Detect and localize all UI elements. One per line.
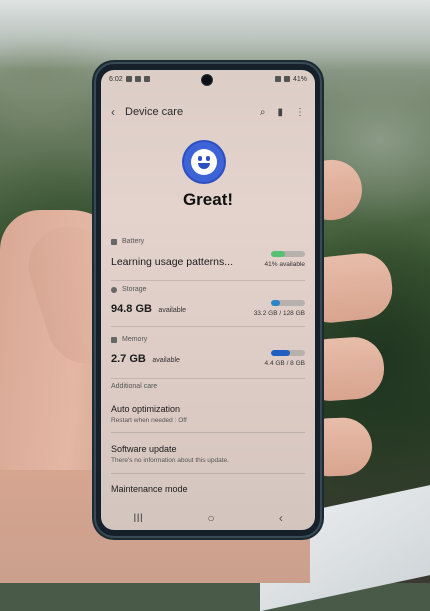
memory-label: Memory xyxy=(122,336,148,343)
auto-optimization-title: Auto optimization xyxy=(111,404,181,414)
software-update-subtitle: There's no information about this update… xyxy=(111,457,229,464)
battery-label: Battery xyxy=(122,238,145,245)
battery-status: Learning usage patterns... xyxy=(111,256,234,268)
signal-bars-icon[interactable]: ▮ xyxy=(277,107,283,118)
maintenance-mode-item[interactable]: Maintenance mode xyxy=(111,484,305,494)
maintenance-mode-title: Maintenance mode xyxy=(111,484,188,494)
status-bar: 6:02 41% xyxy=(101,70,315,88)
battery-meter: 41% available xyxy=(265,251,305,268)
search-icon[interactable]: ⌕ xyxy=(260,107,266,118)
back-nav-icon[interactable]: ‹ xyxy=(279,511,283,525)
smiley-mouth xyxy=(198,163,210,169)
storage-usage: 33.2 GB / 128 GB xyxy=(253,310,305,317)
divider xyxy=(111,473,305,474)
smiley-eye-right xyxy=(206,156,210,161)
storage-progress-fill xyxy=(271,300,280,306)
memory-amount: 2.7 GB xyxy=(111,353,146,365)
home-icon[interactable]: ○ xyxy=(207,511,214,525)
additional-care-label: Additional care xyxy=(111,383,158,390)
storage-label: Storage xyxy=(122,286,147,293)
status-right: 41% xyxy=(274,75,307,83)
status-left: 6:02 xyxy=(109,76,150,83)
battery-label-row: Battery xyxy=(111,238,305,245)
notification-icon xyxy=(143,76,150,82)
smiley-face-inner xyxy=(191,149,217,175)
memory-meter: 4.4 GB / 8 GB xyxy=(265,350,305,367)
app-bar: ‹ Device care ⌕ ▮ ⋮ xyxy=(101,100,315,124)
storage-amount-group: 94.8 GB available xyxy=(111,299,186,317)
storage-value-row: 94.8 GB available 33.2 GB / 128 GB xyxy=(111,299,305,317)
battery-card[interactable]: Battery Learning usage patterns... 41% a… xyxy=(111,238,305,281)
storage-available-suffix: available xyxy=(158,307,187,314)
memory-progress-fill xyxy=(271,350,290,356)
notification-icon xyxy=(125,76,132,82)
memory-amount-group: 2.7 GB available xyxy=(111,349,180,367)
storage-label-row: Storage xyxy=(111,286,305,293)
storage-meter: 33.2 GB / 128 GB xyxy=(254,300,305,317)
software-update-title: Software update xyxy=(111,444,177,454)
battery-percent: 41% xyxy=(292,75,307,83)
storage-card[interactable]: Storage 94.8 GB available 33.2 GB / 128 … xyxy=(111,286,305,327)
memory-label-row: Memory xyxy=(111,336,305,343)
storage-progress xyxy=(271,300,305,306)
back-arrow-icon[interactable]: ‹ xyxy=(101,105,125,119)
navigation-bar: III ○ ‹ xyxy=(101,506,315,530)
storage-amount: 94.8 GB xyxy=(111,303,152,315)
memory-value-row: 2.7 GB available 4.4 GB / 8 GB xyxy=(111,349,305,367)
battery-icon xyxy=(111,238,117,245)
phone-screen: 6:02 41% ‹ Device care ⌕ ▮ ⋮ Great! Batt… xyxy=(101,70,315,530)
background-sky xyxy=(0,0,430,70)
smiley-eye-left xyxy=(198,156,202,161)
status-headline: Great! xyxy=(182,190,234,209)
battery-value-row: Learning usage patterns... 41% available xyxy=(111,251,305,268)
memory-available-suffix: available xyxy=(152,357,180,364)
divider xyxy=(111,432,305,433)
memory-icon xyxy=(111,336,117,343)
recents-icon[interactable]: III xyxy=(133,511,143,525)
battery-available: 41% available xyxy=(264,261,305,268)
storage-icon xyxy=(111,286,117,293)
memory-progress xyxy=(271,350,305,356)
software-update-item[interactable]: Software update There's no information a… xyxy=(111,444,305,464)
smiley-face-icon xyxy=(184,142,224,182)
notification-icon xyxy=(134,76,141,82)
front-camera xyxy=(201,74,213,86)
battery-progress xyxy=(271,251,305,257)
auto-optimization-item[interactable]: Auto optimization Restart when needed : … xyxy=(111,404,305,424)
app-bar-actions: ⌕ ▮ ⋮ xyxy=(260,107,315,118)
signal-icon xyxy=(283,76,290,82)
wifi-icon xyxy=(274,76,281,82)
phone-frame: 6:02 41% ‹ Device care ⌕ ▮ ⋮ Great! Batt… xyxy=(96,64,320,536)
status-time: 6:02 xyxy=(109,75,123,83)
memory-usage: 4.4 GB / 8 GB xyxy=(264,360,305,367)
page-title: Device care xyxy=(125,106,184,118)
auto-optimization-subtitle: Restart when needed : Off xyxy=(111,417,187,424)
memory-card[interactable]: Memory 2.7 GB available 4.4 GB / 8 GB xyxy=(111,336,305,379)
more-vert-icon[interactable]: ⋮ xyxy=(295,107,305,118)
battery-progress-fill xyxy=(271,251,285,257)
